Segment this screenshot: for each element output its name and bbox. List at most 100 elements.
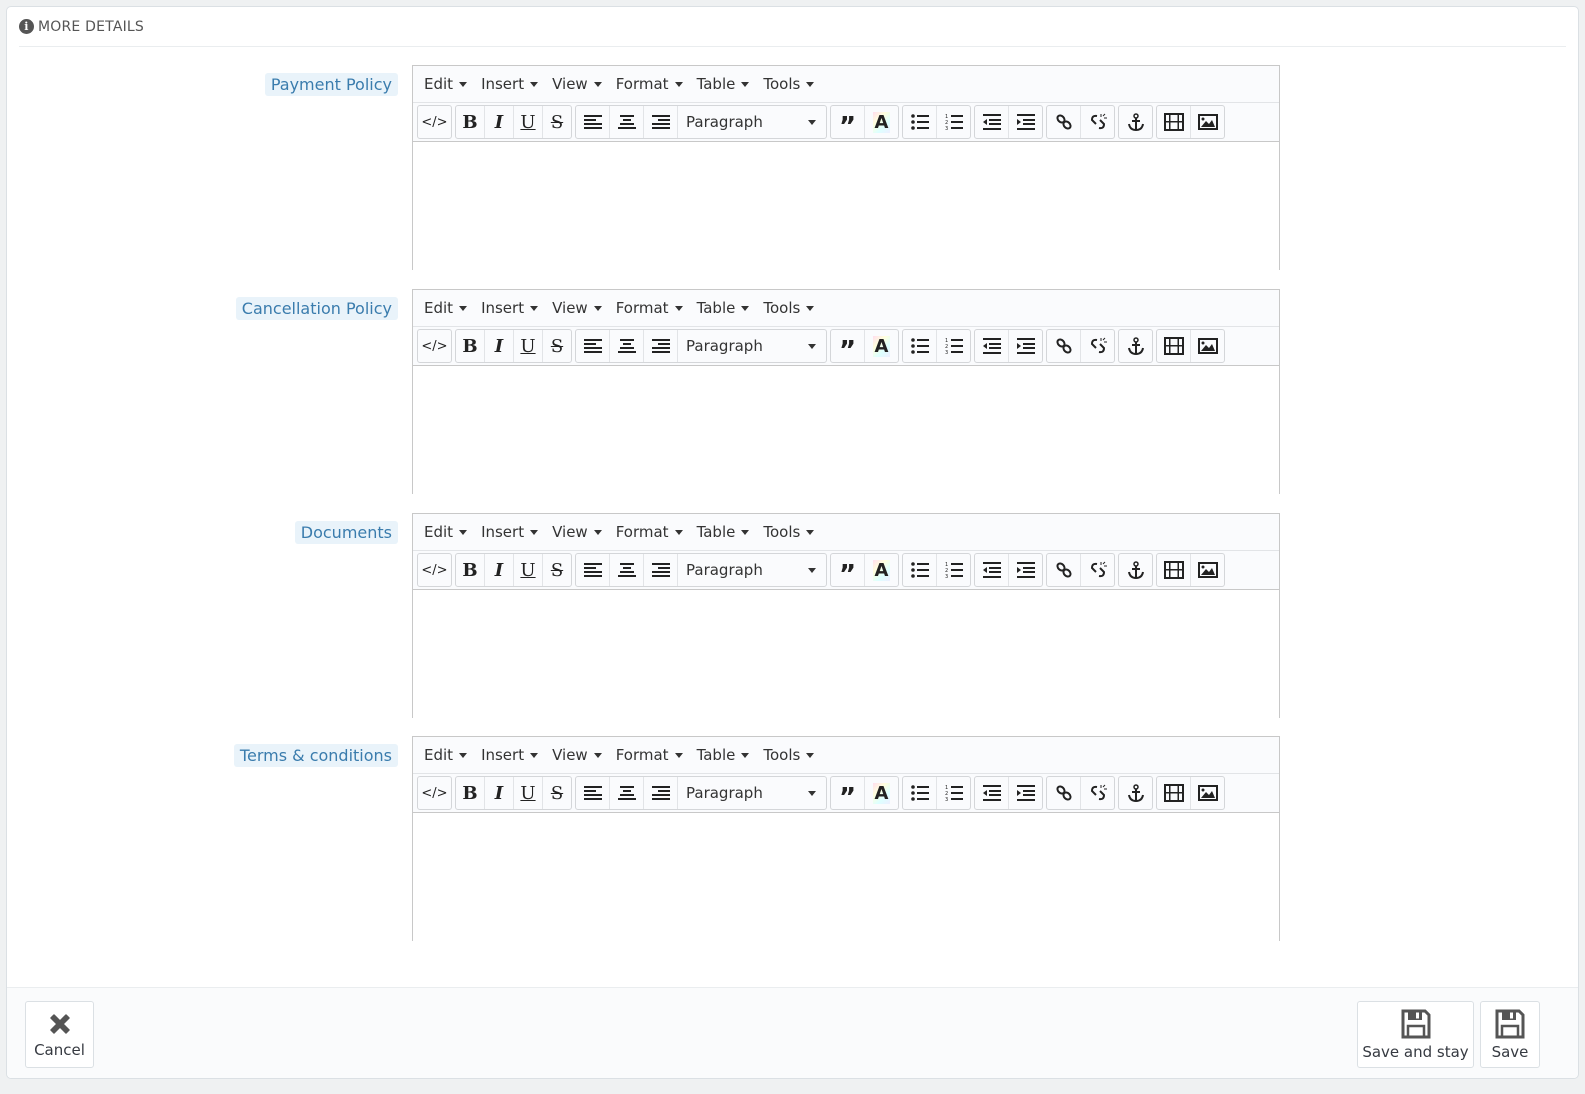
indent-button[interactable] [1009, 554, 1042, 586]
anchor-button[interactable] [1119, 330, 1152, 362]
menu-insert[interactable]: Insert [474, 75, 545, 93]
source-code-button[interactable]: </> [418, 106, 451, 138]
menu-table[interactable]: Table [690, 75, 757, 93]
italic-button[interactable]: I [485, 777, 514, 809]
unlink-button[interactable] [1081, 330, 1114, 362]
numbered-list-button[interactable]: 123 [937, 330, 970, 362]
text-color-button[interactable]: A [865, 106, 898, 138]
block-format-select[interactable]: Paragraph [678, 777, 826, 809]
numbered-list-button[interactable]: 123 [937, 777, 970, 809]
anchor-button[interactable] [1119, 106, 1152, 138]
link-button[interactable] [1047, 554, 1081, 586]
outdent-button[interactable] [975, 330, 1009, 362]
media-button[interactable] [1157, 106, 1191, 138]
italic-button[interactable]: I [485, 554, 514, 586]
menu-edit[interactable]: Edit [417, 746, 474, 764]
menu-table[interactable]: Table [690, 523, 757, 541]
blockquote-button[interactable]: ” [831, 106, 865, 138]
outdent-button[interactable] [975, 106, 1009, 138]
editor-content-area[interactable] [413, 813, 1279, 941]
menu-tools[interactable]: Tools [756, 523, 821, 541]
bullet-list-button[interactable] [903, 554, 937, 586]
align-left-button[interactable] [576, 106, 610, 138]
italic-button[interactable]: I [485, 330, 514, 362]
menu-format[interactable]: Format [609, 299, 690, 317]
indent-button[interactable] [1009, 777, 1042, 809]
menu-format[interactable]: Format [609, 746, 690, 764]
save-and-stay-button[interactable]: Save and stay [1357, 1001, 1474, 1068]
align-center-button[interactable] [610, 330, 644, 362]
image-button[interactable] [1191, 777, 1224, 809]
strikethrough-button[interactable]: S [543, 106, 571, 138]
strikethrough-button[interactable]: S [543, 554, 571, 586]
numbered-list-button[interactable]: 123 [937, 106, 970, 138]
image-button[interactable] [1191, 330, 1224, 362]
source-code-button[interactable]: </> [418, 777, 451, 809]
media-button[interactable] [1157, 330, 1191, 362]
menu-edit[interactable]: Edit [417, 75, 474, 93]
unlink-button[interactable] [1081, 554, 1114, 586]
menu-view[interactable]: View [545, 523, 609, 541]
menu-edit[interactable]: Edit [417, 523, 474, 541]
menu-tools[interactable]: Tools [756, 75, 821, 93]
link-button[interactable] [1047, 106, 1081, 138]
menu-view[interactable]: View [545, 75, 609, 93]
save-button[interactable]: Save [1480, 1001, 1540, 1068]
align-left-button[interactable] [576, 554, 610, 586]
bold-button[interactable]: B [456, 106, 485, 138]
underline-button[interactable]: U [514, 554, 543, 586]
media-button[interactable] [1157, 777, 1191, 809]
blockquote-button[interactable]: ” [831, 554, 865, 586]
align-right-button[interactable] [644, 106, 678, 138]
editor-content-area[interactable] [413, 366, 1279, 494]
image-button[interactable] [1191, 106, 1224, 138]
menu-insert[interactable]: Insert [474, 299, 545, 317]
menu-tools[interactable]: Tools [756, 746, 821, 764]
numbered-list-button[interactable]: 123 [937, 554, 970, 586]
menu-view[interactable]: View [545, 299, 609, 317]
editor-content-area[interactable] [413, 590, 1279, 718]
strikethrough-button[interactable]: S [543, 330, 571, 362]
image-button[interactable] [1191, 554, 1224, 586]
strikethrough-button[interactable]: S [543, 777, 571, 809]
align-left-button[interactable] [576, 777, 610, 809]
menu-format[interactable]: Format [609, 75, 690, 93]
align-right-button[interactable] [644, 777, 678, 809]
menu-table[interactable]: Table [690, 299, 757, 317]
media-button[interactable] [1157, 554, 1191, 586]
align-center-button[interactable] [610, 777, 644, 809]
align-right-button[interactable] [644, 330, 678, 362]
block-format-select[interactable]: Paragraph [678, 106, 826, 138]
menu-view[interactable]: View [545, 746, 609, 764]
menu-tools[interactable]: Tools [756, 299, 821, 317]
bold-button[interactable]: B [456, 777, 485, 809]
text-color-button[interactable]: A [865, 554, 898, 586]
link-button[interactable] [1047, 330, 1081, 362]
outdent-button[interactable] [975, 554, 1009, 586]
menu-format[interactable]: Format [609, 523, 690, 541]
indent-button[interactable] [1009, 106, 1042, 138]
underline-button[interactable]: U [514, 106, 543, 138]
bullet-list-button[interactable] [903, 106, 937, 138]
text-color-button[interactable]: A [865, 330, 898, 362]
menu-edit[interactable]: Edit [417, 299, 474, 317]
cancel-button[interactable]: Cancel [25, 1001, 94, 1068]
unlink-button[interactable] [1081, 777, 1114, 809]
menu-table[interactable]: Table [690, 746, 757, 764]
underline-button[interactable]: U [514, 330, 543, 362]
anchor-button[interactable] [1119, 554, 1152, 586]
align-left-button[interactable] [576, 330, 610, 362]
block-format-select[interactable]: Paragraph [678, 554, 826, 586]
blockquote-button[interactable]: ” [831, 330, 865, 362]
source-code-button[interactable]: </> [418, 554, 451, 586]
align-center-button[interactable] [610, 554, 644, 586]
italic-button[interactable]: I [485, 106, 514, 138]
bold-button[interactable]: B [456, 554, 485, 586]
anchor-button[interactable] [1119, 777, 1152, 809]
bold-button[interactable]: B [456, 330, 485, 362]
indent-button[interactable] [1009, 330, 1042, 362]
underline-button[interactable]: U [514, 777, 543, 809]
blockquote-button[interactable]: ” [831, 777, 865, 809]
source-code-button[interactable]: </> [418, 330, 451, 362]
editor-content-area[interactable] [413, 142, 1279, 270]
